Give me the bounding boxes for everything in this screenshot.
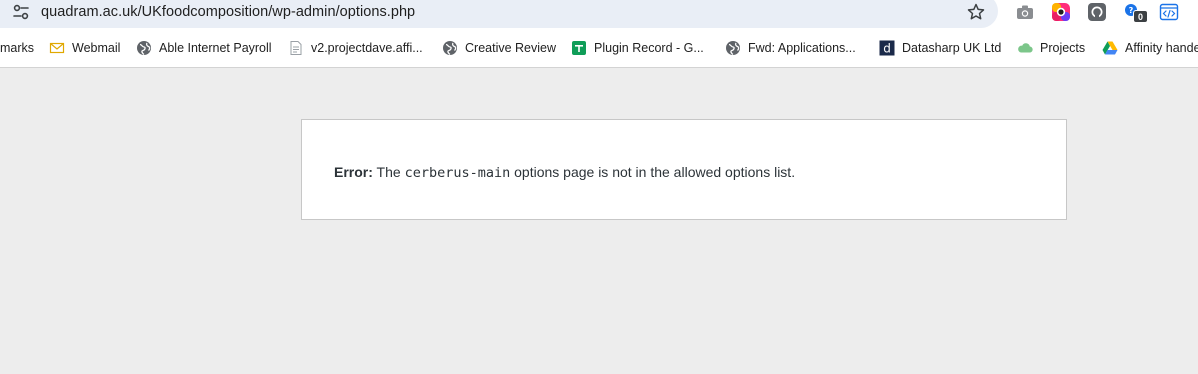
error-prefix: Error: [334,164,373,180]
bookmark-item[interactable]: Webmail [49,39,120,57]
bookmark-item[interactable]: Projects [1017,39,1085,57]
bookmark-item[interactable]: v2.projectdave.affi... [288,39,423,57]
svg-text:d: d [883,42,891,56]
globe-icon [725,40,741,56]
extension-badge: 0 [1133,10,1148,23]
option-page-code: cerberus-main [404,165,511,181]
drive-icon [1102,40,1118,56]
bookmark-label: Creative Review [465,41,557,55]
globe-icon [442,40,458,56]
color-wheel-icon[interactable] [1051,2,1071,22]
cloud-icon [1017,40,1033,56]
url-text[interactable]: quadram.ac.uk/UKfoodcomposition/wp-admin… [41,3,415,21]
page-content: Error: The cerberus-main options page is… [0,69,1198,374]
bookmark-label: Plugin Record - G... [594,41,704,55]
error-text-before: The [376,164,401,180]
document-icon [288,40,304,56]
bookmark-item[interactable]: Fwd: Applications... [725,39,856,57]
code-icon[interactable] [1159,2,1179,22]
github-icon[interactable] [1087,2,1107,22]
camera-icon[interactable] [1015,2,1035,22]
browser-toolbar: quadram.ac.uk/UKfoodcomposition/wp-admin… [0,0,1198,28]
mail-icon [49,40,65,56]
bookmark-label: Webmail [72,41,121,55]
bookmark-item[interactable]: d Datasharp UK Ltd [879,39,1001,57]
bookmark-label: Datasharp UK Ltd [902,41,1002,55]
bookmark-label: Fwd: Applications... [748,41,856,55]
error-message: Error: The cerberus-main options page is… [334,163,795,182]
bookmark-item[interactable]: marks [0,39,34,57]
bookmark-label: v2.projectdave.affi... [311,41,423,55]
sheets-icon [571,40,587,56]
bookmark-item[interactable]: Creative Review [442,39,556,57]
bookmark-label: Able Internet Payroll [159,41,272,55]
bookmark-label: marks [0,41,35,55]
bookmark-label: Projects [1040,41,1086,55]
globe-icon [136,40,152,56]
site-settings-icon[interactable] [12,3,30,21]
bookmarks-bar: marks Webmail Able Internet Payroll v2.p… [0,28,1198,68]
bookmark-label: Affinity hande [1125,41,1198,55]
bookmark-star-icon[interactable] [966,2,986,22]
bookmark-item[interactable]: Able Internet Payroll [136,39,272,57]
bookmark-item[interactable]: Plugin Record - G... [571,39,704,57]
datasharp-icon: d [879,40,895,56]
bookmark-item[interactable]: Affinity hande [1102,39,1198,57]
error-text-after: options page is not in the allowed optio… [514,164,796,180]
error-panel: Error: The cerberus-main options page is… [301,119,1067,220]
